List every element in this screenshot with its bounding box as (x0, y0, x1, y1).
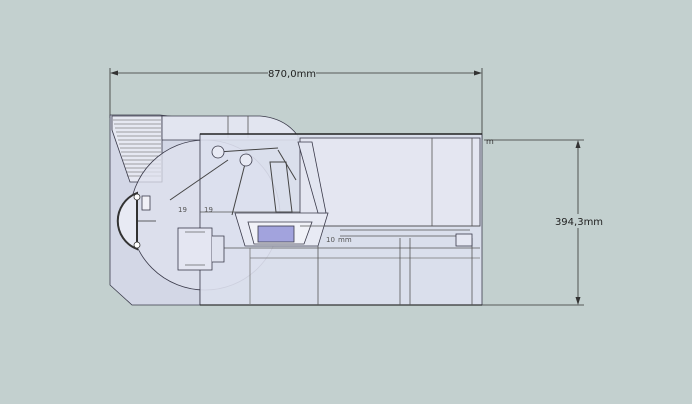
height-arrow-top (575, 140, 581, 148)
pivot-joint-b (239, 153, 253, 167)
machine-model (109, 114, 483, 306)
width-dimension-label: 870,0mm (268, 69, 316, 80)
annotation-left-a: 19 (204, 206, 213, 214)
height-arrow-bottom (575, 297, 581, 305)
machine-side-view-drawing: 870,0mm 394,3mm m 19 19 10 mm (109, 67, 603, 306)
annotation-center: 10 (326, 236, 335, 244)
width-arrow-left (110, 70, 118, 76)
right-small-bracket (455, 233, 473, 247)
annotation-left-b: 19 (178, 206, 187, 214)
motor-box (177, 227, 213, 271)
annotation-center-unit: mm (338, 236, 352, 244)
cad-viewport[interactable]: 870,0mm 394,3mm m 19 19 10 mm (0, 0, 692, 400)
height-dimension-label: 394,3mm (555, 217, 603, 228)
pivot-joint-a (211, 145, 225, 159)
top-right-tag: m (486, 137, 494, 146)
width-arrow-right (474, 70, 482, 76)
funnel-highlight (257, 225, 295, 243)
